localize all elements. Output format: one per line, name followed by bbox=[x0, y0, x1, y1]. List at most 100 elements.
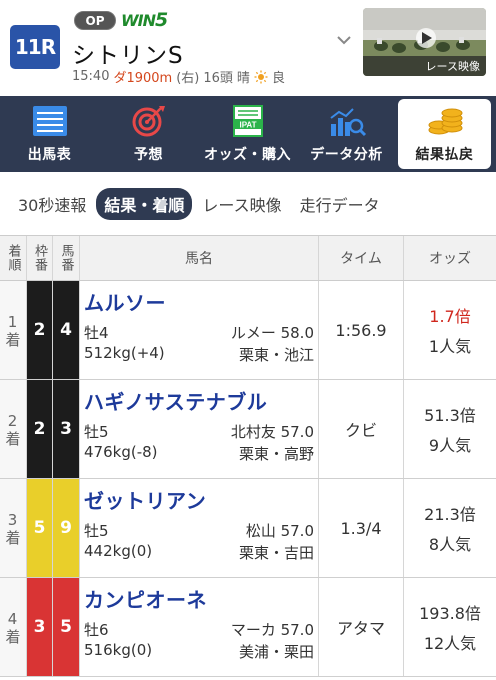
jockey-weight: ルメー 58.0 bbox=[230, 324, 314, 342]
svg-text:IPAT: IPAT bbox=[239, 121, 256, 130]
nav-race-card[interactable]: 出馬表 bbox=[0, 96, 99, 172]
sex-age: 牡5 bbox=[84, 423, 109, 441]
rank-text: 2着 bbox=[3, 411, 22, 447]
finish-time: 1:56.9 bbox=[335, 320, 387, 340]
table-row[interactable]: 2着 2 3 ハギノサステナブル 牡5 北村友 57.0 476kg(-8) 栗… bbox=[0, 380, 496, 479]
tab-race-video[interactable]: レース映像 bbox=[194, 188, 289, 220]
finish-time: 1.3/4 bbox=[340, 518, 382, 538]
waku-number: 2 bbox=[33, 320, 46, 340]
table-row[interactable]: 3着 5 9 ゼットリアン 牡5 松山 57.0 442kg(0) 栗東・吉田 … bbox=[0, 479, 496, 578]
table-row[interactable]: 4着 3 5 カンピオーネ 牡6 マーカ 57.0 516kg(0) 美浦・栗田… bbox=[0, 578, 496, 677]
nav-odds-purchase[interactable]: IPAT オッズ・購入 bbox=[198, 96, 297, 172]
time-cell: 1.3/4 bbox=[319, 479, 404, 577]
rank-text: 3着 bbox=[3, 510, 22, 546]
rank-cell: 4着 bbox=[0, 578, 27, 676]
umaban-cell: 5 bbox=[53, 578, 80, 676]
race-runners: 16頭 bbox=[203, 71, 233, 86]
nav-results-payout[interactable]: 結果払戻 bbox=[398, 99, 491, 169]
body-weight: 512kg(+4) bbox=[84, 344, 165, 362]
horse-name-link[interactable]: ゼットリアン bbox=[84, 485, 314, 514]
header-waku: 枠番 bbox=[27, 236, 53, 280]
waku-number: 3 bbox=[33, 617, 46, 637]
horse-number: 3 bbox=[60, 419, 72, 439]
nav-prediction[interactable]: 予想 bbox=[99, 96, 198, 172]
race-header: 11R OP WIN5 シトリンS 15:40 ダ1900m (右) 16頭 晴… bbox=[0, 0, 496, 96]
odds-cell: 1.7倍 1人気 bbox=[404, 281, 496, 379]
time-cell: クビ bbox=[319, 380, 404, 478]
grade-badge: OP bbox=[74, 11, 116, 30]
waku-cell: 2 bbox=[27, 380, 53, 478]
waku-number: 5 bbox=[33, 518, 46, 538]
umaban-cell: 9 bbox=[53, 479, 80, 577]
table-header: 着順 枠番 馬番 馬名 タイム オッズ bbox=[0, 235, 496, 281]
horse-line-2: 442kg(0) 栗東・吉田 bbox=[84, 542, 314, 563]
header-horse-name: 馬名 bbox=[80, 236, 319, 280]
nav-label: 予想 bbox=[134, 147, 163, 163]
odds-value: 51.3倍 bbox=[424, 406, 476, 425]
horse-cell: ムルソー 牡4 ルメー 58.0 512kg(+4) 栗東・池江 bbox=[80, 281, 319, 379]
horse-name-link[interactable]: ムルソー bbox=[84, 287, 314, 316]
tab-quick-report[interactable]: 30秒速報 bbox=[10, 188, 94, 220]
header-time: タイム bbox=[319, 236, 404, 280]
race-video-thumbnail[interactable]: レース映像 bbox=[363, 8, 486, 76]
win5-logo: WIN5 bbox=[121, 9, 168, 31]
waku-cell: 5 bbox=[27, 479, 53, 577]
horse-name-link[interactable]: ハギノサステナブル bbox=[84, 386, 314, 415]
ipat-icon: IPAT bbox=[232, 105, 263, 137]
horse-line-1: 牡6 マーカ 57.0 bbox=[84, 619, 314, 640]
race-start-time: 15:40 bbox=[72, 69, 110, 84]
time-cell: 1:56.9 bbox=[319, 281, 404, 379]
jockey-weight: 松山 57.0 bbox=[245, 522, 314, 540]
rank-cell: 1着 bbox=[0, 281, 27, 379]
popularity: 8人気 bbox=[428, 535, 472, 554]
main-nav: 出馬表 予想 IPAT オッズ・購入 データ分析 結果払戻 bbox=[0, 96, 496, 172]
horse-cell: ゼットリアン 牡5 松山 57.0 442kg(0) 栗東・吉田 bbox=[80, 479, 319, 577]
horse-name-link[interactable]: カンピオーネ bbox=[84, 584, 314, 613]
odds-cell: 51.3倍 9人気 bbox=[404, 380, 496, 478]
body-weight: 476kg(-8) bbox=[84, 443, 158, 461]
header-odds: オッズ bbox=[429, 251, 471, 267]
sex-age: 牡4 bbox=[84, 324, 109, 342]
tab-running-data[interactable]: 走行データ bbox=[292, 188, 388, 220]
analytics-icon bbox=[329, 108, 366, 137]
coins-icon bbox=[428, 108, 462, 135]
waku-cell: 2 bbox=[27, 281, 53, 379]
table-body: 1着 2 4 ムルソー 牡4 ルメー 58.0 512kg(+4) 栗東・池江 … bbox=[0, 281, 496, 677]
race-number-badge: 11R bbox=[10, 25, 60, 69]
horse-number: 4 bbox=[60, 320, 72, 340]
trainer: 美浦・栗田 bbox=[238, 643, 314, 661]
nav-data-analysis[interactable]: データ分析 bbox=[297, 96, 396, 172]
table-row[interactable]: 1着 2 4 ムルソー 牡4 ルメー 58.0 512kg(+4) 栗東・池江 … bbox=[0, 281, 496, 380]
jockey-weight: マーカ 57.0 bbox=[230, 621, 314, 639]
race-title: シトリンS bbox=[72, 43, 184, 69]
race-weather: 晴 bbox=[236, 71, 250, 86]
result-tabs: 30秒速報 結果・着順 レース映像 走行データ bbox=[0, 180, 496, 228]
odds-value: 1.7倍 bbox=[429, 307, 471, 326]
odds-value: 193.8倍 bbox=[419, 604, 481, 623]
popularity: 1人気 bbox=[428, 337, 472, 356]
track-condition: 良 bbox=[271, 71, 285, 86]
popularity: 12人気 bbox=[423, 634, 477, 653]
rank-cell: 3着 bbox=[0, 479, 27, 577]
horse-cell: ハギノサステナブル 牡5 北村友 57.0 476kg(-8) 栗東・高野 bbox=[80, 380, 319, 478]
race-card-icon bbox=[32, 106, 67, 136]
odds-cell: 193.8倍 12人気 bbox=[404, 578, 496, 676]
rank-text: 1着 bbox=[3, 312, 22, 348]
horse-line-1: 牡5 北村友 57.0 bbox=[84, 421, 314, 442]
time-cell: アタマ bbox=[319, 578, 404, 676]
nav-label: 出馬表 bbox=[27, 147, 72, 163]
finish-time: アタマ bbox=[336, 619, 385, 638]
video-label: レース映像 bbox=[363, 56, 486, 76]
horse-line-1: 牡4 ルメー 58.0 bbox=[84, 322, 314, 343]
race-surface-distance: ダ1900m bbox=[113, 71, 173, 86]
chevron-down-icon[interactable] bbox=[334, 30, 354, 50]
tab-results-order[interactable]: 結果・着順 bbox=[96, 188, 193, 220]
nav-label: オッズ・購入 bbox=[204, 147, 291, 163]
sex-age: 牡6 bbox=[84, 621, 109, 639]
waku-number: 2 bbox=[33, 419, 46, 439]
nav-label: 結果払戻 bbox=[415, 147, 474, 163]
waku-cell: 3 bbox=[27, 578, 53, 676]
target-icon bbox=[132, 106, 165, 137]
umaban-cell: 3 bbox=[53, 380, 80, 478]
header-umaban: 馬番 bbox=[53, 236, 80, 280]
